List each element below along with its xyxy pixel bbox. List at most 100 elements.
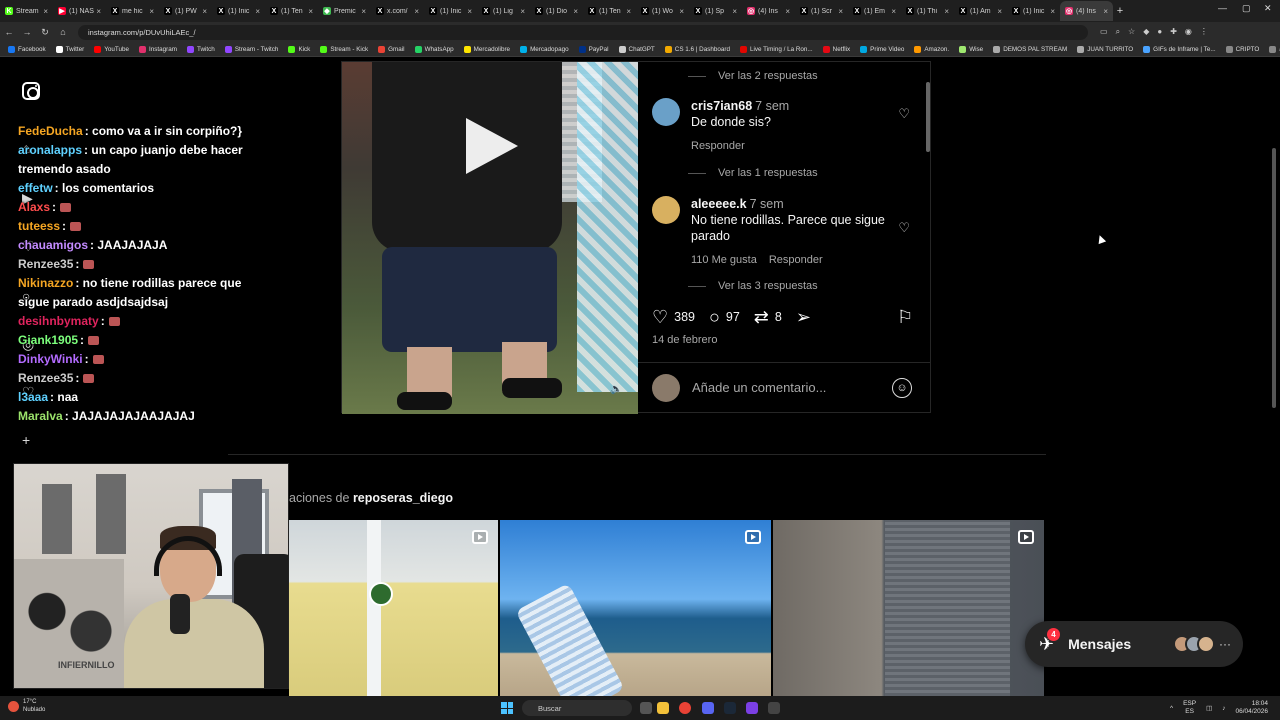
- browser-tab[interactable]: X (1) Sp ×: [689, 1, 742, 21]
- comment-count[interactable]: 97: [726, 310, 740, 324]
- reload-icon[interactable]: ↻: [36, 27, 54, 38]
- browser-tab[interactable]: ▶ (1) NAS ×: [53, 1, 106, 21]
- language-indicator[interactable]: ESP ES: [1183, 700, 1196, 716]
- browser-tab[interactable]: Xx.com/ ×: [371, 1, 424, 21]
- tab-close-icon[interactable]: ×: [1103, 7, 1108, 16]
- share-icon[interactable]: ➢: [796, 307, 811, 328]
- emoji-icon[interactable]: ☺: [892, 377, 912, 398]
- bookmark-item[interactable]: Facebook: [8, 45, 46, 53]
- tab-close-icon[interactable]: ×: [573, 7, 578, 16]
- bookmark-item[interactable]: Twitch: [186, 45, 215, 53]
- zoom-icon[interactable]: ⌕: [1116, 27, 1120, 37]
- browser-tab[interactable]: X (1) Am ×: [954, 1, 1007, 21]
- post-video[interactable]: 🔈: [342, 62, 638, 414]
- browser-tab[interactable]: X (1) Inic ×: [1007, 1, 1060, 21]
- browser-tab[interactable]: X (1) Thi ×: [901, 1, 954, 21]
- add-comment-input[interactable]: Añade un comentario...: [692, 380, 892, 395]
- post-thumbnail[interactable]: [289, 520, 498, 696]
- tab-close-icon[interactable]: ×: [520, 7, 525, 16]
- tab-close-icon[interactable]: ×: [785, 7, 790, 16]
- audio-icon[interactable]: 🔈: [610, 384, 622, 395]
- tab-close-icon[interactable]: ×: [891, 7, 896, 16]
- reply-button[interactable]: Responder: [769, 254, 823, 266]
- tab-close-icon[interactable]: ×: [96, 7, 101, 16]
- tab-close-icon[interactable]: ×: [414, 7, 419, 16]
- chat-username[interactable]: chauamigos: [18, 238, 88, 252]
- maximize-button[interactable]: ▢: [1242, 3, 1251, 14]
- tab-close-icon[interactable]: ×: [255, 7, 260, 16]
- tab-close-icon[interactable]: ×: [202, 7, 207, 16]
- chat-username[interactable]: Renzee35: [18, 371, 73, 385]
- comment-likes[interactable]: 110 Me gusta: [691, 254, 757, 266]
- url-field[interactable]: instagram.com/p/DUvUhiLAEc_/: [78, 24, 1088, 40]
- profile-icon[interactable]: ◉: [1185, 27, 1192, 37]
- chat-username[interactable]: Maralva: [18, 409, 63, 423]
- view-replies-link[interactable]: Ver las 3 respuestas: [688, 280, 818, 292]
- chat-username[interactable]: DinkyWinki: [18, 352, 83, 366]
- browser-tab[interactable]: X (1) Inic ×: [424, 1, 477, 21]
- chrome-icon[interactable]: [679, 702, 691, 714]
- repost-count[interactable]: 8: [775, 310, 782, 324]
- volume-icon[interactable]: ♪: [1222, 705, 1225, 712]
- play-icon[interactable]: [466, 118, 518, 174]
- browser-tab[interactable]: X (1) Dio ×: [530, 1, 583, 21]
- avatar[interactable]: [652, 196, 680, 224]
- page-scrollbar[interactable]: [1272, 148, 1276, 408]
- tab-close-icon[interactable]: ×: [308, 7, 313, 16]
- bookmark-item[interactable]: Kick: [288, 45, 310, 53]
- bookmark-item[interactable]: Stream - Kick: [320, 45, 368, 53]
- browser-tab[interactable]: X (1) PW ×: [159, 1, 212, 21]
- browser-tab[interactable]: X (1) Ten ×: [583, 1, 636, 21]
- bookmark-item[interactable]: Instagram: [138, 45, 177, 53]
- bookmark-item[interactable]: GIFs de Inframe | Te...: [1143, 45, 1216, 53]
- avatar[interactable]: [652, 98, 680, 126]
- minimize-button[interactable]: —: [1218, 3, 1227, 13]
- tab-close-icon[interactable]: ×: [467, 7, 472, 16]
- bookmark-item[interactable]: Mercadolibre: [463, 45, 510, 53]
- browser-tab[interactable]: X (1) Em ×: [848, 1, 901, 21]
- bookmark-item[interactable]: JUAN TURRITO: [1077, 45, 1133, 53]
- new-tab-button[interactable]: +: [1113, 5, 1127, 17]
- tab-close-icon[interactable]: ×: [361, 7, 366, 16]
- home-icon[interactable]: ⌂: [54, 27, 72, 37]
- comment-like-icon[interactable]: ♡: [898, 220, 910, 236]
- star-icon[interactable]: ☆: [1128, 27, 1135, 37]
- app-icon[interactable]: [768, 702, 780, 714]
- post-thumbnail[interactable]: [500, 520, 771, 696]
- bookmark-item[interactable]: DEMOS PAL STREAM: [993, 45, 1067, 53]
- tray-chevron-icon[interactable]: ^: [1170, 705, 1173, 712]
- post-thumbnail[interactable]: [773, 520, 1044, 696]
- bookmark-item[interactable]: CS 1.6 | Dashboard: [664, 45, 730, 53]
- bookmark-item[interactable]: Prime Video: [860, 45, 904, 53]
- network-icon[interactable]: ◫: [1206, 704, 1212, 712]
- file-explorer-icon[interactable]: [657, 702, 669, 714]
- more-posts-account[interactable]: reposeras_diego: [353, 491, 453, 505]
- browser-tab[interactable]: X (1) Scr ×: [795, 1, 848, 21]
- tab-close-icon[interactable]: ×: [732, 7, 737, 16]
- browser-tab[interactable]: ◎ (4) Ins ×: [742, 1, 795, 21]
- create-nav-icon[interactable]: +: [22, 432, 30, 448]
- view-replies-link[interactable]: Ver las 2 respuestas: [688, 70, 818, 82]
- bookmark-item[interactable]: Twitter: [55, 45, 84, 53]
- like-icon[interactable]: ♡: [652, 307, 668, 328]
- back-icon[interactable]: ←: [0, 27, 18, 37]
- clock[interactable]: 18:04 06/04/2026: [1235, 700, 1268, 716]
- bookmark-item[interactable]: Stream - Twitch: [224, 45, 278, 53]
- bookmark-item[interactable]: Amazon.: [914, 45, 949, 53]
- tab-close-icon[interactable]: ×: [838, 7, 843, 16]
- browser-tab[interactable]: K Stream ×: [0, 1, 53, 21]
- task-view-icon[interactable]: [640, 702, 652, 714]
- steam-icon[interactable]: [724, 702, 736, 714]
- extension-icon[interactable]: ◆: [1143, 27, 1149, 37]
- browser-tab[interactable]: X (1) Wo ×: [636, 1, 689, 21]
- chat-username[interactable]: Nikinazzo: [18, 276, 73, 290]
- bookmark-item[interactable]: Mercadopago: [520, 45, 569, 53]
- bookmark-item[interactable]: Wise: [959, 45, 983, 53]
- browser-tab[interactable]: ◎ (4) Ins ×: [1060, 1, 1113, 21]
- bookmark-item[interactable]: Gmail: [378, 45, 405, 53]
- chat-username[interactable]: Renzee35: [18, 257, 73, 271]
- comment-icon[interactable]: ○: [709, 307, 720, 328]
- puzzle-icon[interactable]: ✚: [1170, 27, 1177, 37]
- save-icon[interactable]: ⚐: [897, 307, 913, 328]
- view-replies-link[interactable]: Ver las 1 respuestas: [688, 167, 818, 179]
